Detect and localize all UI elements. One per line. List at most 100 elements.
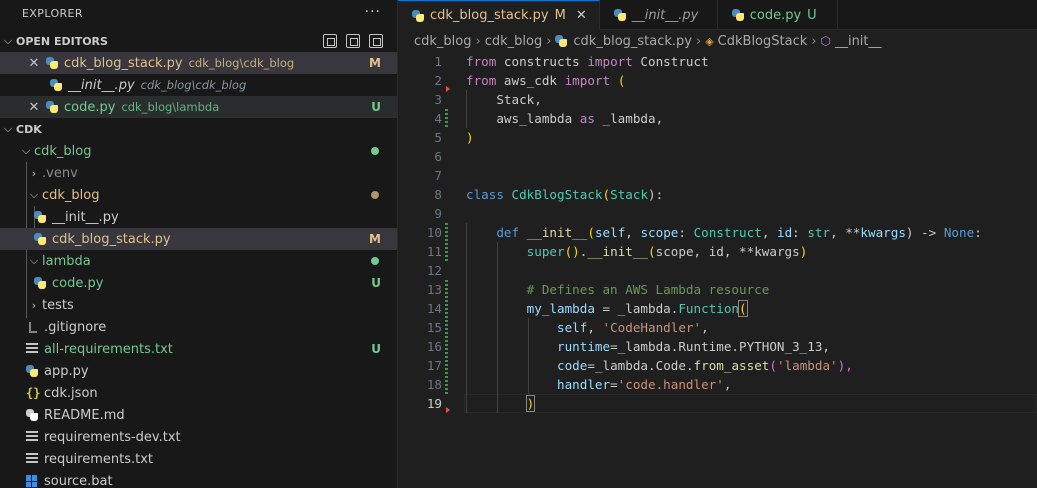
- token: .: [685, 358, 694, 373]
- python-file-icon: [34, 233, 46, 245]
- save-all-icon[interactable]: [346, 34, 360, 48]
- tree-file-source-bat[interactable]: source.bat: [0, 470, 397, 488]
- open-editors-section-header[interactable]: ⌵ OPEN EDITORS: [0, 30, 397, 52]
- close-all-icon[interactable]: [369, 34, 383, 48]
- token: Stack,: [466, 92, 542, 107]
- tab-label: cdk_blog_stack.py: [430, 8, 549, 23]
- python-file-icon: [555, 35, 568, 47]
- tab-cdk-blog-stack[interactable]: cdk_blog_stack.py M ✕: [398, 0, 600, 30]
- breadcrumb-item[interactable]: cdk_blog: [485, 34, 543, 49]
- open-editor-cdk-blog-stack[interactable]: ✕ cdk_blog_stack.py cdk_blog\cdk_blog M: [0, 52, 397, 74]
- token: Code: [655, 358, 686, 373]
- token: ,: [723, 377, 732, 392]
- token: .: [648, 358, 656, 373]
- tree-folder-cdk-blog-inner[interactable]: ⌵ cdk_blog: [0, 184, 397, 206]
- tree-folder-tests[interactable]: › tests: [0, 294, 397, 316]
- tree-file-code[interactable]: code.py U: [0, 272, 397, 294]
- tree-file-app[interactable]: app.py: [0, 360, 397, 382]
- code-line-3: Stack,: [466, 90, 542, 109]
- token: my_lambda: [526, 301, 595, 316]
- code-line-13: # Defines an AWS Lambda resource: [466, 280, 770, 299]
- token: _lambda: [617, 301, 671, 316]
- more-actions-icon[interactable]: ···: [365, 4, 381, 20]
- tree-item-label: cdk.json: [44, 385, 98, 401]
- tree-item-label: README.md: [44, 407, 125, 423]
- token: ,: [822, 339, 831, 354]
- token: 'code.handler': [617, 377, 724, 392]
- tree-folder-venv[interactable]: › .venv: [0, 162, 397, 184]
- tree-file-gitignore[interactable]: .gitignore: [0, 316, 397, 338]
- token: ,: [587, 320, 603, 335]
- token: # Defines an AWS Lambda resource: [466, 282, 770, 297]
- token: CdkBlogStack: [511, 187, 603, 202]
- token: 'lambda': [776, 358, 838, 373]
- token: import: [564, 73, 611, 88]
- token: ),: [837, 358, 853, 373]
- explorer-title: EXPLORER: [22, 6, 83, 20]
- tab-code[interactable]: code.py U: [718, 0, 838, 30]
- tree-item-label: cdk_blog: [34, 143, 92, 159]
- token: ,: [701, 320, 709, 335]
- new-untitled-file-icon[interactable]: [323, 34, 337, 48]
- chevron-down-icon: ⌵: [3, 34, 13, 47]
- changes-dot: [371, 147, 379, 155]
- close-icon[interactable]: ✕: [576, 8, 587, 23]
- text-file-icon: [26, 431, 38, 443]
- line-number: 3: [434, 92, 442, 107]
- tree-file-requirements-dev[interactable]: requirements-dev.txt: [0, 426, 397, 448]
- tree-folder-cdk-blog[interactable]: ⌵ cdk_blog: [0, 140, 397, 162]
- tree-item-label: .gitignore: [44, 319, 107, 335]
- breadcrumb-item[interactable]: __init__: [835, 34, 882, 49]
- class-symbol-icon: ◈: [705, 34, 714, 48]
- line-number: 16: [426, 339, 442, 354]
- line-number: 12: [426, 263, 442, 278]
- code-line-14: my_lambda = _lambda.Function(: [466, 299, 748, 318]
- workspace-label: CDK: [16, 122, 42, 136]
- open-editor-name: code.py: [64, 99, 116, 115]
- python-file-icon: [46, 57, 58, 69]
- modified-badge: M: [369, 56, 381, 70]
- tree-item-label: code.py: [52, 275, 104, 291]
- modified-lines-marker: [445, 109, 448, 128]
- tree-file-init[interactable]: __init__.py: [0, 206, 397, 228]
- python-file-icon: [412, 9, 424, 22]
- open-editor-init[interactable]: __init__.py cdk_blog\cdk_blog: [0, 74, 397, 96]
- line-number: 5: [434, 130, 442, 145]
- untracked-badge: U: [371, 276, 381, 290]
- tree-file-cdk-blog-stack[interactable]: cdk_blog_stack.py M: [0, 228, 397, 250]
- tree-folder-lambda[interactable]: ⌵ lambda: [0, 250, 397, 272]
- breadcrumb-item[interactable]: cdk_blog_stack.py: [573, 34, 692, 49]
- token: from_asset: [693, 358, 770, 373]
- token: :: [792, 225, 808, 240]
- token: (: [617, 73, 626, 88]
- tree-file-requirements[interactable]: requirements.txt: [0, 448, 397, 470]
- untracked-badge: U: [371, 100, 381, 114]
- method-symbol-icon: ⬡: [820, 34, 831, 48]
- tree-file-all-requirements[interactable]: all-requirements.txt U: [0, 338, 397, 360]
- code-line-2: from aws_cdk import (: [466, 71, 625, 90]
- code-editor[interactable]: 1 2 3 4 5 6 7 8 9 10 11 12 13 14 15 16 1…: [398, 52, 1037, 488]
- tree-file-readme[interactable]: README.md: [0, 404, 397, 426]
- token: Stack: [610, 187, 649, 202]
- tree-item-label: cdk_blog_stack.py: [52, 231, 171, 247]
- open-editor-code[interactable]: ✕ code.py cdk_blog\lambda U: [0, 96, 397, 118]
- close-icon[interactable]: ✕: [26, 100, 42, 115]
- token: __init__: [526, 225, 588, 240]
- chevron-right-icon: ›: [31, 166, 37, 180]
- close-icon[interactable]: ✕: [26, 56, 42, 71]
- windows-icon: [26, 475, 38, 487]
- line-number: 4: [434, 111, 442, 126]
- breadcrumb-item[interactable]: CdkBlogStack: [718, 34, 808, 49]
- breadcrumb-item[interactable]: cdk_blog: [414, 34, 472, 49]
- tab-init[interactable]: __init__.py: [600, 0, 718, 30]
- token: PYTHON_3_13: [739, 339, 823, 354]
- current-line-highlight: [464, 394, 1037, 413]
- tree-file-cdk-json[interactable]: {} cdk.json: [0, 382, 397, 404]
- tree-item-label: all-requirements.txt: [44, 341, 173, 357]
- workspace-section-header[interactable]: ⌵ CDK: [0, 118, 397, 140]
- code-line-17: code=_lambda.Code.from_asset('lambda'),: [466, 356, 853, 375]
